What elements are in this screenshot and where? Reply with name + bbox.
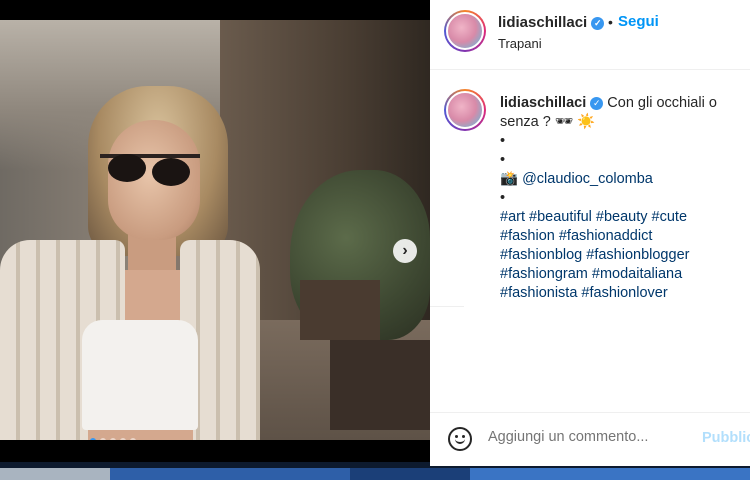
feed-strip-segment bbox=[350, 468, 470, 480]
post-side-panel: lidiaschillaci ✓ • Segui Trapani lidiasch… bbox=[430, 0, 750, 466]
feed-strip-segment bbox=[470, 468, 750, 480]
carousel-dot bbox=[120, 438, 126, 440]
photo-sunglasses-right-lens bbox=[152, 158, 190, 186]
photo-sunglasses-left-lens bbox=[108, 154, 146, 182]
caption-dot-line: • bbox=[500, 133, 506, 149]
carousel-next-button[interactable]: › bbox=[393, 239, 417, 263]
caption-credit-mention[interactable]: 📸 @claudioc_colomba bbox=[500, 170, 740, 189]
caption-dot-line: • bbox=[500, 152, 506, 168]
carousel-dot bbox=[110, 438, 116, 440]
follow-button[interactable]: Segui bbox=[618, 13, 659, 30]
photo-plant-pot bbox=[300, 280, 380, 340]
photo-planter bbox=[330, 340, 430, 430]
comment-input[interactable] bbox=[488, 429, 688, 445]
carousel-indicator bbox=[90, 438, 136, 440]
caption-hashtags-line[interactable]: #fashion #fashionaddict bbox=[500, 227, 740, 246]
header-separator: • bbox=[608, 14, 613, 30]
post-photo[interactable]: › bbox=[0, 20, 430, 440]
chevron-right-icon: › bbox=[402, 242, 408, 259]
caption-text-block: lidiaschillaci ✓ Con gli occhiali o senza… bbox=[500, 94, 740, 303]
caption-hashtags-line[interactable]: #fashiongram #modaitaliana bbox=[500, 265, 740, 284]
verified-badge-icon: ✓ bbox=[590, 97, 604, 110]
username-text[interactable]: lidiaschillaci bbox=[498, 14, 587, 31]
caption-hashtags-line[interactable]: #art #beautiful #beauty #cute bbox=[500, 208, 740, 227]
avatar-image bbox=[446, 91, 484, 129]
post-header: lidiaschillaci ✓ • Segui Trapani bbox=[430, 0, 750, 70]
caption-hashtags-line[interactable]: #fashionblog #fashionblogger bbox=[500, 246, 740, 265]
carousel-dot bbox=[90, 438, 96, 440]
caption-username[interactable]: lidiaschillaci bbox=[500, 95, 586, 111]
location-link[interactable]: Trapani bbox=[498, 36, 542, 51]
caption-hashtags-line[interactable]: #fashionista #fashionlover bbox=[500, 284, 740, 303]
avatar[interactable] bbox=[444, 10, 486, 52]
instagram-post-view: › lidiaschillaci ✓ • Segui Trapani lidias… bbox=[0, 0, 750, 480]
panel-divider bbox=[430, 306, 464, 307]
verified-badge-icon: ✓ bbox=[591, 17, 605, 30]
header-username[interactable]: lidiaschillaci ✓ bbox=[498, 14, 605, 31]
carousel-dot bbox=[130, 438, 136, 440]
caption-dot-line: • bbox=[500, 190, 506, 206]
carousel-dot bbox=[100, 438, 106, 440]
smiley-icon[interactable] bbox=[448, 427, 472, 451]
photo-white-top bbox=[82, 320, 198, 430]
publish-button[interactable]: Pubblica bbox=[702, 430, 750, 446]
caption-avatar[interactable] bbox=[444, 89, 486, 131]
comment-bar: Pubblica bbox=[430, 412, 750, 466]
smiley-mouth bbox=[455, 438, 465, 444]
feed-strip-segment bbox=[0, 468, 110, 480]
feed-strip-segment bbox=[110, 468, 350, 480]
avatar-image bbox=[446, 12, 484, 50]
